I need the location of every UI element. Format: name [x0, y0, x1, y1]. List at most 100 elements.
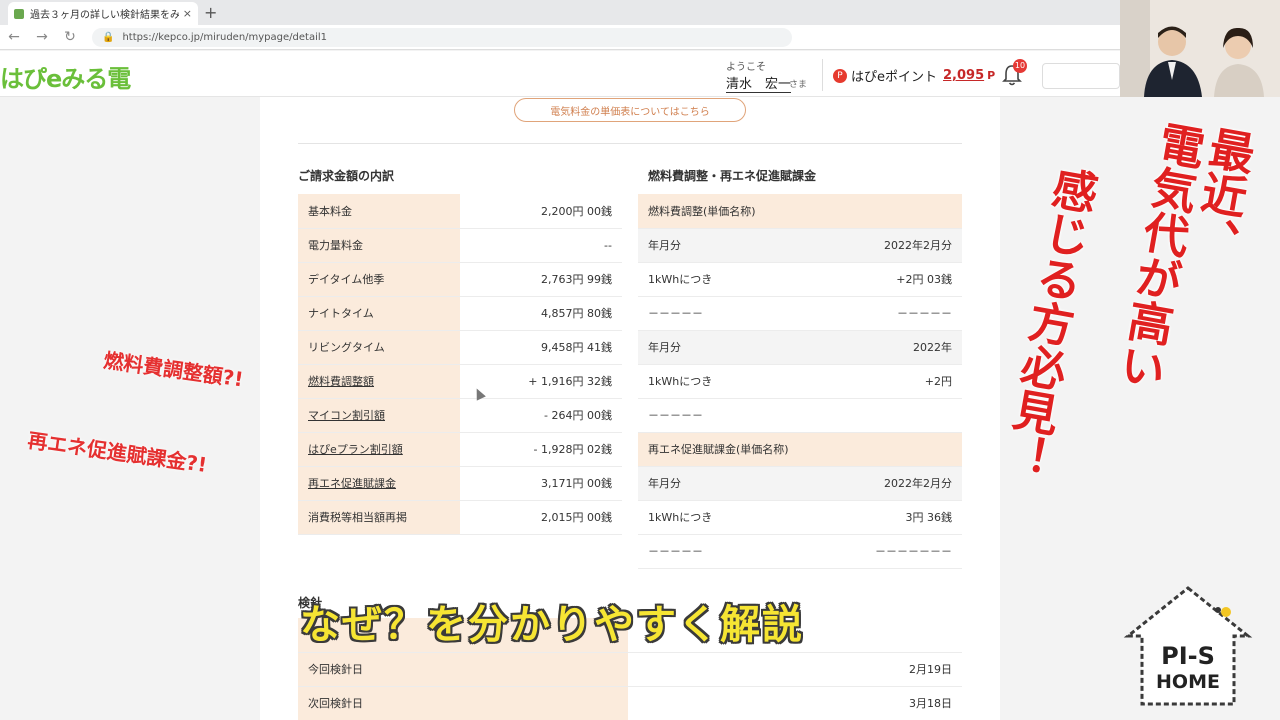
row-value: －－－－－－－ — [816, 534, 962, 569]
table-row: 次回検針日 3月18日 — [298, 686, 962, 720]
table-row: －－－－－ — [638, 398, 962, 433]
table-row: －－－－－ －－－－－ — [638, 296, 962, 331]
table-row: 1kWhにつき 3円 36銭 — [638, 500, 962, 535]
honorific: さま — [789, 80, 808, 90]
row-label: 1kWhにつき — [638, 364, 816, 399]
table-row: はぴeプラン割引額 - 1,928円 02銭 — [298, 432, 622, 467]
row-label: 消費税等相当額再掲 — [298, 500, 460, 535]
site-logo[interactable]: はぴeみる電 — [0, 59, 131, 94]
browser-tab[interactable]: 過去３ヶ月の詳しい検針結果をみる × — [8, 2, 198, 25]
table-row: 1kWhにつき +2円 03銭 — [638, 262, 962, 297]
table-row: リビングタイム 9,458円 41銭 — [298, 330, 622, 365]
renewable-surcharge-link[interactable]: 再エネ促進賦課金 — [298, 466, 460, 501]
row-label: 1kWhにつき — [638, 262, 816, 297]
favicon-icon — [14, 8, 24, 19]
back-icon[interactable]: ← — [0, 29, 28, 45]
row-value: - 264円 00銭 — [460, 398, 622, 433]
table-row: 今回検針日 2月19日 — [298, 652, 962, 687]
table-row: 年月分 2022年2月分 — [638, 466, 962, 501]
table-row: 再エネ促進賦課金 3,171円 00銭 — [298, 466, 622, 501]
close-tab-icon[interactable]: × — [183, 7, 192, 20]
points-label: はぴeポイント — [851, 70, 937, 85]
table-row: 電力量料金 -- — [298, 228, 622, 263]
row-label: デイタイム他季 — [298, 262, 460, 297]
table-row: 燃料費調整(単価名称) — [638, 194, 962, 229]
billing-breakdown-table: 基本料金 2,200円 00銭 電力量料金 -- デイタイム他季 2,763円 99銭… — [298, 194, 622, 535]
row-value: +2円 03銭 — [816, 262, 962, 297]
row-label: －－－－－ — [638, 534, 816, 569]
row-value: 3月18日 — [628, 686, 962, 720]
browser-tab-bar: 過去３ヶ月の詳しい検針結果をみる × + — [0, 0, 1120, 25]
fuel-adjustment-header: 燃料費調整(単価名称) — [638, 194, 962, 229]
row-label: 次回検針日 — [298, 686, 628, 720]
welcome-label: ようこそ — [726, 62, 766, 73]
fuel-adjustment-callout: 燃料費調整額?! — [102, 348, 245, 392]
table-row: 1kWhにつき +2円 — [638, 364, 962, 399]
row-value: 3,171円 00銭 — [460, 466, 622, 501]
channel-logo: PI-S HOME — [1118, 582, 1258, 710]
screen: 過去３ヶ月の詳しい検針結果をみる × + ← → ↻ 🔒 https://kep… — [0, 0, 1280, 720]
row-value: 2月19日 — [628, 652, 962, 687]
table-row: ナイトタイム 4,857円 80銭 — [298, 296, 622, 331]
row-label: 1kWhにつき — [638, 500, 816, 535]
reload-icon[interactable]: ↻ — [56, 29, 84, 45]
table-row: 年月分 2022年 — [638, 330, 962, 365]
row-label: －－－－－ — [638, 296, 816, 331]
row-value: 2022年2月分 — [816, 466, 962, 501]
site-header: はぴeみる電 ようこそ 清水 宏一 さま P はぴeポイント 2,095 P 1… — [0, 51, 1120, 97]
row-value: 4,857円 80銭 — [460, 296, 622, 331]
row-value: -- — [460, 228, 622, 263]
row-label: 年月分 — [638, 466, 816, 501]
header-divider — [822, 59, 823, 91]
row-label: 電力量料金 — [298, 228, 460, 263]
divider — [298, 143, 962, 144]
presenters-image — [1120, 0, 1280, 97]
row-label: 年月分 — [638, 228, 816, 263]
renewable-surcharge-header: 再エネ促進賦課金(単価名称) — [638, 432, 962, 467]
fuel-adjustment-link[interactable]: 燃料費調整額 — [298, 364, 460, 399]
notification-count-badge: 10 — [1013, 59, 1027, 73]
brand-bottom-text: HOME — [1156, 671, 1220, 693]
row-label: 今回検針日 — [298, 652, 628, 687]
user-name-link[interactable]: 清水 宏一 — [726, 73, 792, 93]
table-row: デイタイム他季 2,763円 99銭 — [298, 262, 622, 297]
unit-price-table-link[interactable]: 電気料金の単価表についてはこちら — [514, 98, 746, 122]
row-value — [816, 398, 962, 433]
table-row: 燃料費調整額 + 1,916円 32銭 — [298, 364, 622, 399]
table-row: 消費税等相当額再掲 2,015円 00銭 — [298, 500, 622, 535]
table-row: 再エネ促進賦課金(単価名称) — [638, 432, 962, 467]
brand-top-text: PI-S — [1161, 642, 1215, 670]
headline-line-3: 感じる方必見！ — [994, 162, 1102, 483]
row-value: －－－－－ — [816, 296, 962, 331]
renewable-surcharge-callout: 再エネ促進賦課金?! — [26, 428, 209, 478]
points-icon: P — [833, 68, 847, 83]
forward-icon[interactable]: → — [28, 29, 56, 45]
new-tab-button[interactable]: + — [204, 3, 217, 22]
tab-title: 過去３ヶ月の詳しい検針結果をみる — [30, 10, 179, 21]
row-value: 9,458円 41銭 — [460, 330, 622, 365]
table-row: マイコン割引額 - 264円 00銭 — [298, 398, 622, 433]
notification-bell-icon[interactable]: 10 — [1001, 59, 1027, 87]
microcomputer-discount-link[interactable]: マイコン割引額 — [298, 398, 460, 433]
table-row: －－－－－ －－－－－－－ — [638, 534, 962, 569]
row-value: 2,015円 00銭 — [460, 500, 622, 535]
presenter-video — [1120, 0, 1280, 97]
row-value: 2022年 — [816, 330, 962, 365]
video-subtitle: なぜ？を分かりやすく解説 — [300, 602, 804, 648]
row-value: 2,763円 99銭 — [460, 262, 622, 297]
url-text: https://kepco.jp/miruden/mypage/detail1 — [122, 31, 327, 43]
points-value[interactable]: 2,095 — [943, 68, 984, 83]
row-label: －－－－－ — [638, 398, 816, 433]
hapie-plan-discount-link[interactable]: はぴeプラン割引額 — [298, 432, 460, 467]
row-value: - 1,928円 02銭 — [460, 432, 622, 467]
url-field[interactable]: 🔒 https://kepco.jp/miruden/mypage/detail… — [92, 27, 792, 47]
points-display[interactable]: P はぴeポイント 2,095 P — [833, 66, 995, 85]
header-search-input[interactable] — [1042, 63, 1120, 89]
points-unit: P — [987, 69, 996, 82]
lock-icon: 🔒 — [102, 31, 115, 43]
address-bar-row: ← → ↻ 🔒 https://kepco.jp/miruden/mypage/… — [0, 25, 1120, 50]
row-label: 年月分 — [638, 330, 816, 365]
row-label: リビングタイム — [298, 330, 460, 365]
row-value: +2円 — [816, 364, 962, 399]
row-label: 基本料金 — [298, 194, 460, 229]
